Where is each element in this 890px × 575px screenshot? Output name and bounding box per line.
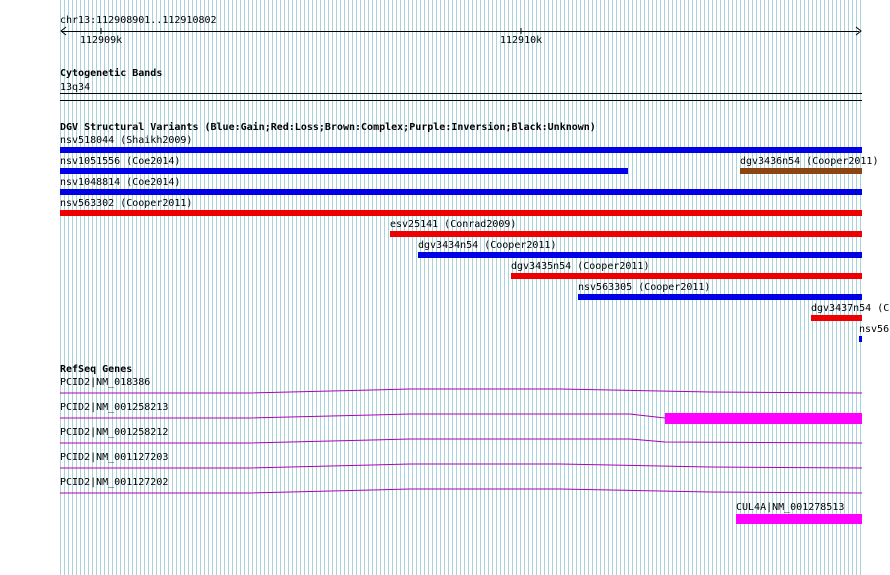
gene-intron-line bbox=[60, 463, 863, 469]
gene-intron-line bbox=[60, 413, 666, 419]
genome-browser-view: chr13:112908901..112910802 112909k 11291… bbox=[0, 0, 890, 575]
gene-intron-line bbox=[60, 488, 863, 494]
gene-exon-block[interactable] bbox=[665, 413, 862, 424]
gene-exon-block[interactable] bbox=[736, 514, 862, 524]
gene-intron-line bbox=[60, 438, 863, 444]
gene-models[interactable] bbox=[0, 0, 890, 575]
gene-intron-line bbox=[60, 388, 863, 394]
